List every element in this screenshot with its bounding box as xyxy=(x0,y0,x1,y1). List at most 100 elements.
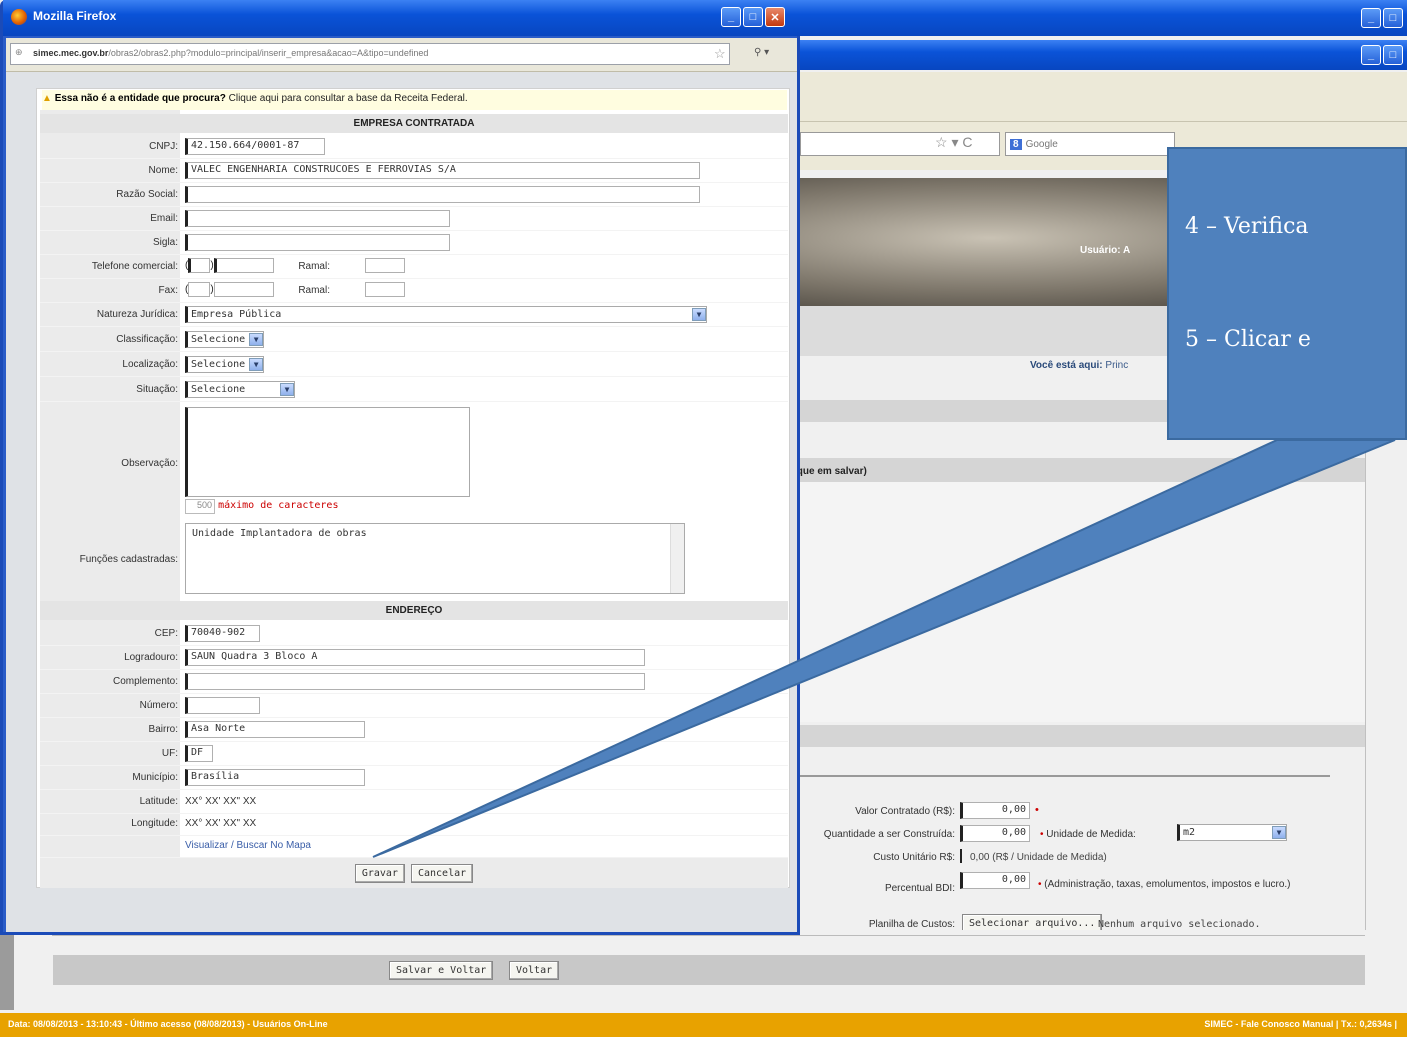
background-titlebar-inner: _ □ xyxy=(790,40,1407,70)
numero-label: Número: xyxy=(139,700,178,711)
valor-contratado-label: Valor Contratado (R$): xyxy=(855,806,955,817)
custo-value: 0,00 (R$ / Unidade de Medida) xyxy=(970,852,1107,863)
minimize-icon[interactable]: _ xyxy=(721,7,741,27)
chevron-down-icon: ▼ xyxy=(249,333,264,346)
section-bar xyxy=(790,725,1365,747)
row-classificacao: Classificação: Selecione ▼ xyxy=(40,328,788,352)
funcoes-value: Unidade Implantadora de obras xyxy=(192,528,367,539)
popup-titlebar: Mozilla Firefox xyxy=(3,0,803,36)
warning-icon: ▲ xyxy=(42,93,52,104)
bairro-label: Bairro: xyxy=(148,724,178,735)
status-left: Data: 08/08/2013 - 13:10:43 - Último ace… xyxy=(8,1019,328,1029)
save-and-back-button[interactable]: Salvar e Voltar xyxy=(389,961,494,980)
localizacao-label: Localização: xyxy=(122,359,178,370)
email-label: Email: xyxy=(150,213,178,224)
row-cep: CEP: 70040-902 xyxy=(40,622,788,646)
search-box[interactable]: 8 Google xyxy=(1005,132,1175,156)
cancelar-button[interactable]: Cancelar xyxy=(410,863,474,883)
breadcrumb-value[interactable]: Princ xyxy=(1105,360,1128,371)
status-right[interactable]: SIMEC - Fale Conosco Manual | Tx.: 0,263… xyxy=(1204,1019,1397,1029)
logradouro-input[interactable]: SAUN Quadra 3 Bloco A xyxy=(185,649,645,666)
unidade-label-text: Unidade de Medida: xyxy=(1046,829,1136,840)
map-link[interactable]: Visualizar / Buscar No Mapa xyxy=(185,840,311,851)
bdi-label: Percentual BDI: xyxy=(884,883,955,894)
nome-label: Nome: xyxy=(148,165,178,176)
natureza-select[interactable]: Empresa Pública ▼ xyxy=(185,306,707,323)
razao-input[interactable] xyxy=(185,186,700,203)
popup-url-field[interactable]: ⊕ simec.mec.gov.br/obras2/obras2.php?mod… xyxy=(10,43,730,65)
observacao-counter-group: 500 máximo de caracteres xyxy=(185,499,338,514)
unidade-label: • Unidade de Medida: xyxy=(1040,829,1136,840)
email-input[interactable] xyxy=(185,210,450,227)
maximize-icon[interactable]: □ xyxy=(743,7,763,27)
popup-button-bar: Gravar Cancelar xyxy=(40,858,788,888)
row-localizacao: Localização: Selecione ▼ xyxy=(40,353,788,377)
gravar-button[interactable]: Gravar xyxy=(354,863,405,883)
unidade-select[interactable]: m2 ▼ xyxy=(1177,824,1287,841)
quantidade-input[interactable]: 0,00 xyxy=(960,825,1030,842)
ramal-input[interactable] xyxy=(365,258,405,273)
cnpj-input[interactable]: 42.150.664/0001-87 xyxy=(185,138,325,155)
natureza-label: Natureza Jurídica: xyxy=(96,309,178,320)
fax-ddd-input[interactable] xyxy=(188,282,211,297)
row-situacao: Situação: Selecione ▼ xyxy=(40,378,788,402)
localizacao-value: Selecione xyxy=(191,359,246,370)
bairro-input[interactable]: Asa Norte xyxy=(185,721,365,738)
row-razao: Razão Social: xyxy=(40,183,788,207)
url-domain: simec.mec.gov.br xyxy=(33,48,109,58)
custo-label: Custo Unitário R$: xyxy=(873,852,955,863)
uf-input[interactable]: DF xyxy=(185,745,213,762)
minimize-icon[interactable]: _ xyxy=(1361,8,1381,28)
cep-label: CEP: xyxy=(154,628,178,639)
chevron-down-icon: ▼ xyxy=(692,308,706,321)
maximize-icon[interactable]: □ xyxy=(1383,45,1403,65)
input-marker xyxy=(960,849,962,863)
planilha-label: Planilha de Custos: xyxy=(868,919,955,930)
row-natureza: Natureza Jurídica: Empresa Pública ▼ xyxy=(40,303,788,327)
situacao-label: Situação: xyxy=(136,384,178,395)
unidade-value: m2 xyxy=(1183,827,1196,838)
cep-input[interactable]: 70040-902 xyxy=(185,625,260,642)
complemento-input[interactable] xyxy=(185,673,645,690)
close-icon[interactable]: ✕ xyxy=(765,7,785,27)
telefone-ddd-input[interactable] xyxy=(188,258,211,273)
classificacao-label: Classificação: xyxy=(116,334,178,345)
natureza-value: Empresa Pública xyxy=(191,309,282,320)
municipio-input[interactable]: Brasília xyxy=(185,769,365,786)
back-button[interactable]: Voltar xyxy=(509,961,560,980)
row-telefone: Telefone comercial: () Ramal: xyxy=(40,255,788,279)
breadcrumb-prefix: Você está aqui: xyxy=(1030,360,1103,371)
minimize-icon[interactable]: _ xyxy=(1361,45,1381,65)
localizacao-select[interactable]: Selecione ▼ xyxy=(185,356,265,373)
ramal-fax-label: Ramal: xyxy=(298,285,330,296)
situacao-select[interactable]: Selecione ▼ xyxy=(185,381,295,398)
numero-input[interactable] xyxy=(185,697,260,714)
razao-label: Razão Social: xyxy=(116,189,178,200)
valor-contratado-input[interactable]: 0,00 xyxy=(960,802,1030,819)
section-hint: ique em salvar) xyxy=(790,458,1365,482)
url-path: /obras2/obras2.php?modulo=principal/inse… xyxy=(108,48,429,58)
observacao-textarea[interactable] xyxy=(185,407,470,497)
warning-link[interactable]: Clique aqui para consultar a base da Rec… xyxy=(229,93,468,104)
nome-input[interactable]: VALEC ENGENHARIA CONSTRUCOES E FERROVIAS… xyxy=(185,162,700,179)
sigla-label: Sigla: xyxy=(152,237,178,248)
chevron-down-icon: ▼ xyxy=(280,383,294,396)
bookmark-star-icon[interactable]: ☆ ▾ C xyxy=(935,134,972,151)
quantidade-label: Quantidade a ser Construída: xyxy=(823,829,955,840)
background-menubar xyxy=(790,72,1407,122)
sigla-input[interactable] xyxy=(185,234,450,251)
ramal-fax-input[interactable] xyxy=(365,282,405,297)
maximize-icon[interactable]: □ xyxy=(1383,8,1403,28)
funcoes-textarea[interactable]: Unidade Implantadora de obras xyxy=(185,523,685,594)
warning-banner[interactable]: ▲ Essa não é a entidade que procura? Cli… xyxy=(42,90,787,110)
popup-title: Mozilla Firefox xyxy=(33,9,117,23)
star-icon[interactable]: ☆ xyxy=(714,46,726,62)
observacao-label: Observação: xyxy=(121,458,178,469)
section-panel xyxy=(790,482,1365,722)
chevron-down-icon: ▼ xyxy=(249,358,264,371)
left-edge xyxy=(0,930,14,1010)
addon-icon[interactable]: ⚲ ▾ xyxy=(754,47,769,58)
scrollbar[interactable] xyxy=(670,524,684,593)
classificacao-select[interactable]: Selecione ▼ xyxy=(185,331,265,348)
required-marker: • xyxy=(1035,804,1039,816)
